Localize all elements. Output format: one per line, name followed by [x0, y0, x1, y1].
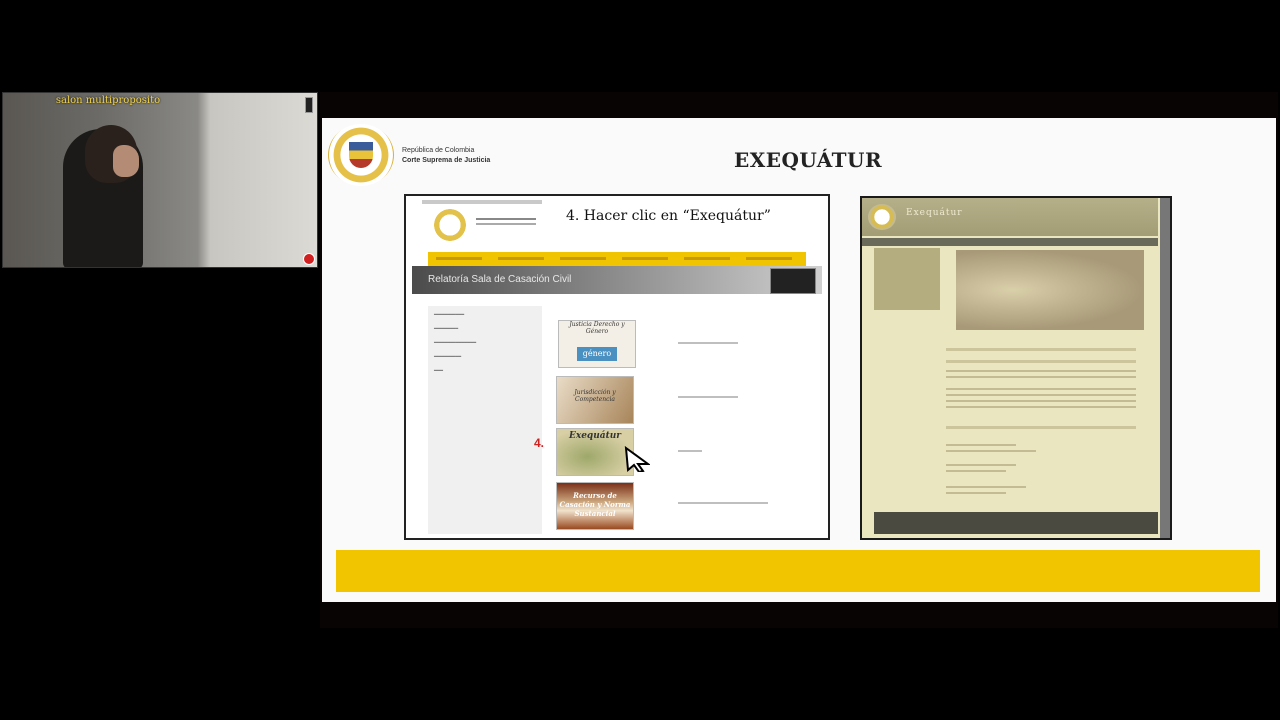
record-icon[interactable]	[303, 253, 315, 265]
thumb-caption	[678, 502, 768, 504]
site-header: Exequátur	[862, 198, 1158, 236]
video-control-button[interactable]	[305, 97, 313, 113]
scrollbar	[1160, 198, 1170, 538]
coat-of-arms-icon	[868, 204, 896, 230]
genero-badge: género	[577, 347, 617, 361]
coat-of-arms-icon	[430, 208, 470, 242]
text-line	[946, 388, 1136, 390]
world-map-image	[956, 250, 1144, 330]
thumb-exequatur: Exequátur	[556, 428, 634, 476]
sidebar-link: ━━━━━━━━	[434, 326, 459, 332]
website-screenshot-exequatur: Exequátur	[860, 196, 1172, 540]
heading-rule	[946, 348, 1136, 351]
room-label: salon multiproposito	[55, 95, 161, 106]
text-line	[946, 470, 1006, 472]
site-org-name	[476, 218, 536, 220]
thumb-title: Jurisdicción y Competencia	[574, 389, 616, 403]
website-screenshot-relatoria: 4. Hacer clic en “Exequátur” Relatoría S…	[404, 194, 830, 540]
thumb-title: Recurso de Casación y Norma Sustancial	[559, 491, 631, 518]
text-line	[946, 370, 1136, 372]
text-line	[946, 444, 1016, 446]
sidebar-link: ━━━	[434, 368, 444, 374]
text-line	[946, 486, 1026, 488]
banner-title: Relatoría Sala de Casación Civil	[428, 274, 572, 285]
site-sidebar: ━━━━━━━━━━ ━━━━━━━━ ━━━━━━━━━━━━━━ ━━━━━…	[428, 306, 542, 534]
site-name: Exequátur	[906, 208, 963, 218]
thumb-caption	[678, 396, 738, 398]
text-line	[946, 450, 1036, 452]
thumb-justicia-genero: Justicia Derecho y Género género	[558, 320, 636, 368]
coat-of-arms-icon	[328, 124, 394, 186]
book-image	[770, 268, 816, 294]
sidebar-link: ━━━━━━━━━	[434, 354, 462, 360]
site-side-menu	[874, 248, 940, 310]
thumb-recurso-casacion: Recurso de Casación y Norma Sustancial	[556, 482, 634, 530]
thumb-caption	[678, 450, 702, 452]
presentation-slide: República de Colombia Corte Suprema de J…	[322, 118, 1276, 602]
org-line-2: Corte Suprema de Justicia	[402, 157, 491, 164]
text-line	[946, 400, 1136, 402]
step-number: 4.	[534, 436, 545, 450]
org-line-1: República de Colombia	[402, 147, 475, 154]
text-line	[946, 464, 1016, 466]
text-line	[946, 406, 1136, 408]
thumb-title: Justicia Derecho y Género	[569, 321, 625, 335]
site-nav-bar	[862, 238, 1158, 246]
site-footer	[874, 512, 1158, 534]
thumb-jurisdiccion: Jurisdicción y Competencia	[556, 376, 634, 424]
thumb-caption	[678, 342, 738, 344]
org-name: República de Colombia Corte Suprema de J…	[402, 146, 490, 166]
site-banner: Relatoría Sala de Casación Civil	[412, 266, 822, 294]
site-nav-bar	[428, 252, 806, 266]
thumb-title: Exequátur	[568, 431, 622, 441]
yellow-footer-bar	[336, 550, 1260, 592]
browser-bar	[422, 200, 542, 204]
sidebar-link: ━━━━━━━━━━	[434, 312, 465, 318]
arrow-cursor-icon	[624, 446, 650, 472]
step-instruction: 4. Hacer clic en “Exequátur”	[566, 208, 771, 224]
text-line	[946, 376, 1136, 378]
presenter-face	[113, 145, 139, 177]
sidebar-link: ━━━━━━━━━━━━━━	[434, 340, 477, 346]
slide-title: EXEQUÁTUR	[734, 148, 883, 172]
presenter-video-tile: salon multiproposito	[2, 92, 318, 268]
text-line	[946, 492, 1006, 494]
text-line	[946, 394, 1136, 396]
heading-rule	[946, 426, 1136, 429]
heading-rule	[946, 360, 1136, 363]
